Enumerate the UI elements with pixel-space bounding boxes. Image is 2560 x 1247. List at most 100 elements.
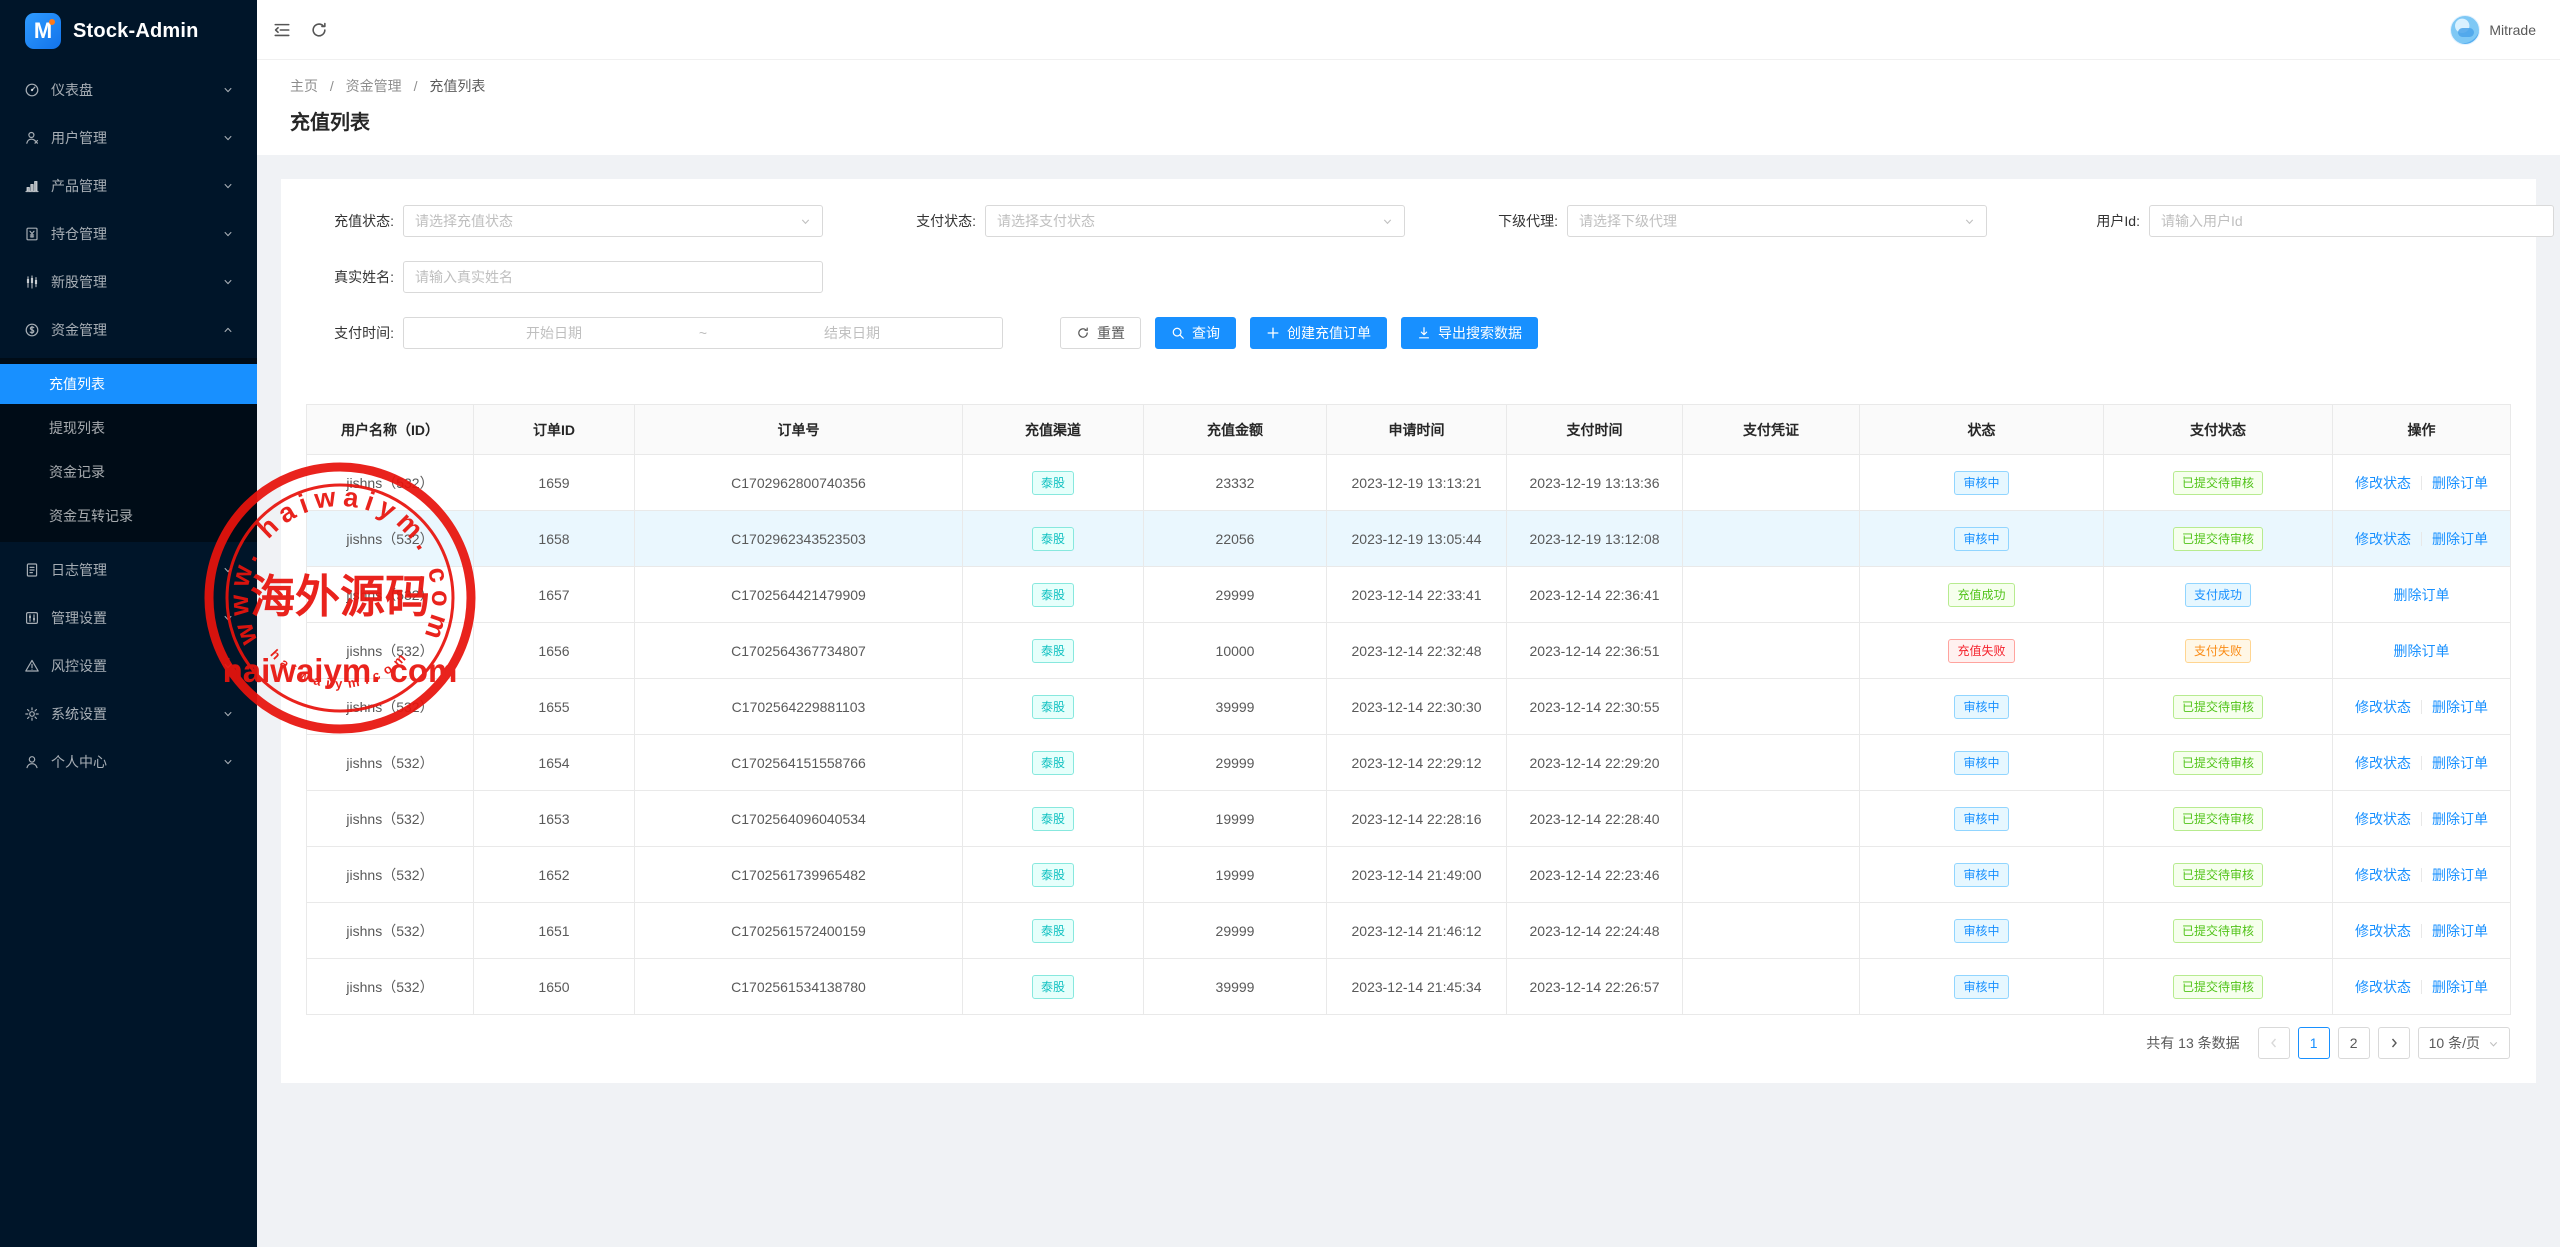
cell-apply-time: 2023-12-14 22:32:48 <box>1327 623 1507 679</box>
column-header: 申请时间 <box>1327 405 1507 455</box>
edit-status-link[interactable]: 修改状态 <box>2355 531 2411 547</box>
cell-order-id: 1651 <box>474 903 635 959</box>
export-button[interactable]: 导出搜索数据 <box>1401 317 1538 349</box>
cell-voucher <box>1683 735 1860 791</box>
sidebar-item-users[interactable]: 用户管理 <box>0 118 257 158</box>
user-menu[interactable]: Mitrade <box>2450 15 2536 45</box>
sidebar-item-risk-setting[interactable]: 风控设置 <box>0 646 257 686</box>
reset-button[interactable]: 重置 <box>1060 317 1141 349</box>
column-header: 订单ID <box>474 405 635 455</box>
edit-status-link[interactable]: 修改状态 <box>2355 475 2411 491</box>
column-header: 操作 <box>2333 405 2511 455</box>
sidebar-item-funds[interactable]: 资金管理 <box>0 310 257 350</box>
pay-status-select[interactable]: 请选择支付状态 <box>985 205 1405 237</box>
cell-order-id: 1655 <box>474 679 635 735</box>
real-name-label: 真实姓名: <box>306 267 394 287</box>
delete-order-link[interactable]: 删除订单 <box>2432 979 2488 995</box>
chevron-down-icon <box>800 216 811 227</box>
avatar[interactable] <box>2450 15 2480 45</box>
sidebar-item-new-stock[interactable]: 新股管理 <box>0 262 257 302</box>
sidebar-item-dashboard[interactable]: 仪表盘 <box>0 70 257 110</box>
menu-fold-icon[interactable] <box>273 21 291 39</box>
cell-apply-time: 2023-12-14 21:49:00 <box>1327 847 1507 903</box>
chevron-down-icon <box>223 661 233 671</box>
table-body: jishns（532）1659C1702962800740356泰股233322… <box>307 455 2511 1015</box>
page-button-2[interactable]: 2 <box>2338 1027 2370 1059</box>
column-header: 支付时间 <box>1507 405 1683 455</box>
delete-order-link[interactable]: 删除订单 <box>2432 755 2488 771</box>
sidebar-item-logs[interactable]: 日志管理 <box>0 550 257 590</box>
sidebar-item-admin-setting[interactable]: 管理设置 <box>0 598 257 638</box>
delete-order-link[interactable]: 删除订单 <box>2432 475 2488 491</box>
cell-apply-time: 2023-12-14 22:29:12 <box>1327 735 1507 791</box>
sidebar-item-label: 产品管理 <box>51 176 223 196</box>
breadcrumb-current: 充值列表 <box>429 78 485 94</box>
sidebar-item-products[interactable]: 产品管理 <box>0 166 257 206</box>
end-date-placeholder: 结束日期 <box>713 323 991 343</box>
delete-order-link[interactable]: 删除订单 <box>2432 699 2488 715</box>
breadcrumb-home[interactable]: 主页 <box>290 78 318 94</box>
cell-user-name: jishns（532） <box>307 903 474 959</box>
edit-status-link[interactable]: 修改状态 <box>2355 923 2411 939</box>
breadcrumb-funds[interactable]: 资金管理 <box>346 78 402 94</box>
delete-order-link[interactable]: 删除订单 <box>2432 867 2488 883</box>
cell-order-no: C1702561739965482 <box>635 847 963 903</box>
pay-status-tag: 已提交待审核 <box>2173 919 2263 943</box>
page-size-select[interactable]: 10 条/页 <box>2418 1027 2510 1059</box>
sidebar-subitem-fund-records[interactable]: 资金记录 <box>0 452 257 492</box>
sidebar-item-positions[interactable]: 持仓管理 <box>0 214 257 254</box>
prev-page-button[interactable] <box>2258 1027 2290 1059</box>
delete-order-link[interactable]: 删除订单 <box>2394 643 2450 659</box>
chevron-down-icon <box>223 565 233 575</box>
edit-status-link[interactable]: 修改状态 <box>2355 867 2411 883</box>
cell-actions: 修改状态 删除订单 <box>2333 903 2511 959</box>
sidebar-subitem-recharge-list[interactable]: 充值列表 <box>0 364 257 404</box>
status-tag: 审核中 <box>1954 807 2008 831</box>
breadcrumb-separator: / <box>414 78 418 94</box>
pay-status-tag: 已提交待审核 <box>2173 471 2263 495</box>
cell-apply-time: 2023-12-14 22:28:16 <box>1327 791 1507 847</box>
recharge-status-select[interactable]: 请选择充值状态 <box>403 205 823 237</box>
edit-status-link[interactable]: 修改状态 <box>2355 811 2411 827</box>
cell-status: 审核中 <box>1860 511 2104 567</box>
edit-status-link[interactable]: 修改状态 <box>2355 755 2411 771</box>
delete-order-link[interactable]: 删除订单 <box>2432 531 2488 547</box>
pay-time-range-picker[interactable]: 开始日期 ~ 结束日期 <box>403 317 1003 349</box>
reload-icon[interactable] <box>310 21 328 39</box>
sidebar-item-label: 资金管理 <box>51 320 223 340</box>
sidebar-item-system-setting[interactable]: 系统设置 <box>0 694 257 734</box>
sidebar-subitem-fund-transfer[interactable]: 资金互转记录 <box>0 496 257 536</box>
page-button-1[interactable]: 1 <box>2298 1027 2330 1059</box>
position-manage-icon <box>24 226 40 242</box>
sidebar-subitem-label: 充值列表 <box>49 374 105 394</box>
cell-voucher <box>1683 511 1860 567</box>
cell-pay-time: 2023-12-14 22:24:48 <box>1507 903 1683 959</box>
real-name-input[interactable] <box>403 261 823 293</box>
edit-status-link[interactable]: 修改状态 <box>2355 979 2411 995</box>
next-page-button[interactable] <box>2378 1027 2410 1059</box>
status-tag: 审核中 <box>1954 975 2008 999</box>
chevron-down-icon <box>1964 216 1975 227</box>
sidebar-item-profile[interactable]: 个人中心 <box>0 742 257 782</box>
create-order-button[interactable]: 创建充值订单 <box>1250 317 1387 349</box>
cell-status: 审核中 <box>1860 847 2104 903</box>
search-button[interactable]: 查询 <box>1155 317 1236 349</box>
delete-order-link[interactable]: 删除订单 <box>2432 811 2488 827</box>
reset-icon <box>1076 326 1090 340</box>
channel-tag: 泰股 <box>1032 863 1074 887</box>
app-root: M Stock-Admin 仪表盘用户管理产品管理持仓管理新股管理资金管理充值列… <box>0 0 2560 1247</box>
cell-status: 审核中 <box>1860 735 2104 791</box>
cell-pay-time: 2023-12-14 22:30:55 <box>1507 679 1683 735</box>
sidebar-subitem-withdraw-list[interactable]: 提现列表 <box>0 408 257 448</box>
cell-user-name: jishns（532） <box>307 623 474 679</box>
pay-status-tag: 已提交待审核 <box>2173 807 2263 831</box>
delete-order-link[interactable]: 删除订单 <box>2394 587 2450 603</box>
cell-channel: 泰股 <box>963 511 1144 567</box>
user-id-input[interactable] <box>2149 205 2554 237</box>
sub-agent-select[interactable]: 请选择下级代理 <box>1567 205 1987 237</box>
recharge-status-label: 充值状态: <box>306 211 394 231</box>
edit-status-link[interactable]: 修改状态 <box>2355 699 2411 715</box>
cell-voucher <box>1683 847 1860 903</box>
cell-actions: 修改状态 删除订单 <box>2333 511 2511 567</box>
delete-order-link[interactable]: 删除订单 <box>2432 923 2488 939</box>
